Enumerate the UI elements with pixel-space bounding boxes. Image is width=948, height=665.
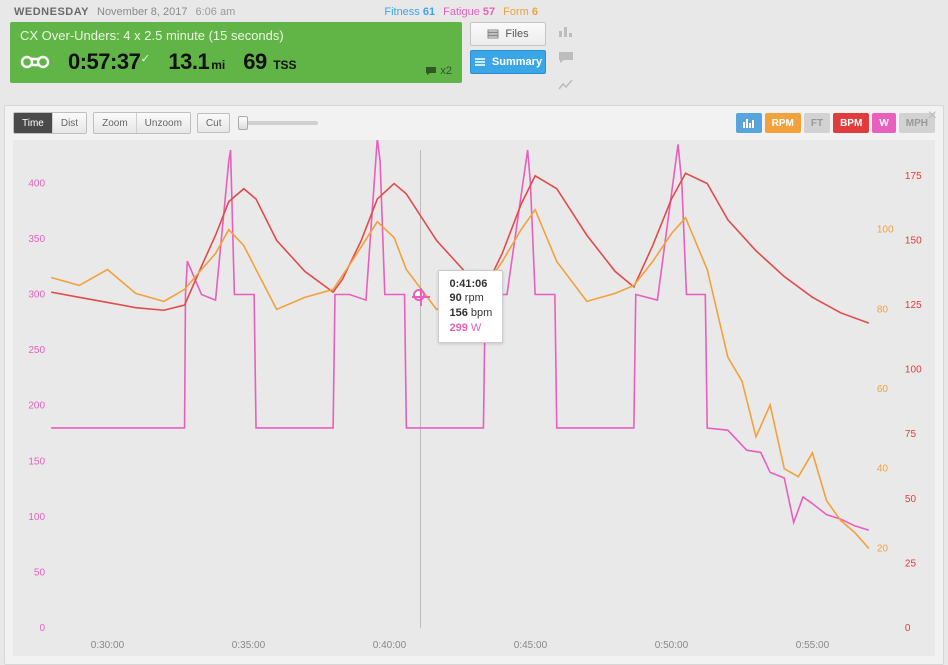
duration: 0:57:37✓ [68, 49, 150, 75]
tooltip-w: 299 W [449, 321, 492, 336]
check-icon: ✓ [140, 52, 150, 66]
svg-text:0:30:00: 0:30:00 [91, 640, 125, 651]
svg-text:0:50:00: 0:50:00 [655, 640, 689, 651]
cut-button[interactable]: Cut [197, 113, 231, 133]
fitness-label: Fitness 61 [384, 6, 435, 18]
comments-count[interactable]: x2 [425, 65, 452, 77]
bars-icon [743, 118, 755, 128]
time: 6:06 am [196, 6, 236, 18]
tooltip-rpm: 90 rpm [449, 291, 492, 306]
svg-text:200: 200 [28, 401, 45, 412]
xaxis-mode-segment: Time Dist [13, 112, 87, 134]
svg-text:40: 40 [877, 464, 889, 475]
files-icon [487, 28, 499, 40]
comment-icon [425, 66, 437, 76]
svg-text:100: 100 [905, 365, 922, 376]
svg-text:60: 60 [877, 384, 889, 395]
w-toggle[interactable]: W [872, 113, 895, 133]
svg-text:250: 250 [28, 345, 45, 356]
bike-chain-icon [20, 53, 50, 71]
svg-text:0:35:00: 0:35:00 [232, 640, 266, 651]
form-label: Form 6 [503, 6, 538, 18]
svg-text:125: 125 [905, 300, 922, 311]
date: November 8, 2017 [97, 6, 188, 18]
fatigue-label: Fatigue 57 [443, 6, 495, 18]
svg-text:100: 100 [877, 225, 894, 236]
svg-text:350: 350 [28, 234, 45, 245]
summary-icon [474, 56, 486, 68]
svg-text:100: 100 [28, 512, 45, 523]
svg-text:0:40:00: 0:40:00 [373, 640, 407, 651]
svg-text:75: 75 [905, 429, 917, 440]
svg-text:0: 0 [39, 623, 45, 634]
summary-button[interactable]: Summary [470, 50, 546, 74]
rpm-toggle[interactable]: RPM [765, 113, 801, 133]
tooltip-bpm: 156 bpm [449, 306, 492, 321]
tss: 69 TSS [243, 49, 296, 75]
weekday: WEDNESDAY [14, 6, 89, 18]
svg-text:175: 175 [905, 171, 922, 182]
bpm-toggle[interactable]: BPM [833, 113, 869, 133]
tooltip: 0:41:06 90 rpm 156 bpm 299 W [438, 270, 503, 343]
chat-icon[interactable] [558, 51, 574, 70]
plot-area[interactable]: 0 50 100 150 200 250 300 350 400 20 40 60 80 100 0 25 50… [13, 140, 935, 656]
xaxis-dist-button[interactable]: Dist [53, 113, 86, 133]
svg-text:400: 400 [28, 178, 45, 189]
svg-text:300: 300 [28, 290, 45, 301]
zoom-button[interactable]: Zoom [94, 113, 137, 133]
svg-text:0: 0 [905, 623, 911, 634]
svg-text:150: 150 [905, 235, 922, 246]
bars-toggle[interactable] [736, 113, 762, 133]
svg-text:0:45:00: 0:45:00 [514, 640, 548, 651]
svg-text:25: 25 [905, 559, 917, 570]
svg-text:50: 50 [34, 568, 46, 579]
svg-text:20: 20 [877, 543, 889, 554]
tooltip-time: 0:41:06 [449, 277, 492, 292]
svg-text:0:55:00: 0:55:00 [796, 640, 830, 651]
svg-text:150: 150 [28, 456, 45, 467]
analytics-icon[interactable] [558, 24, 574, 43]
svg-text:80: 80 [877, 304, 889, 315]
workout-title: CX Over-Unders: 4 x 2.5 minute (15 secon… [20, 28, 452, 43]
zoom-segment: Zoom Unzoom [93, 112, 191, 134]
trends-icon[interactable] [558, 78, 574, 97]
files-button[interactable]: Files [470, 22, 546, 46]
chart-panel: × Time Dist Zoom Unzoom Cut RPM FT BPM W… [4, 105, 944, 665]
close-icon[interactable]: × [928, 108, 937, 124]
workout-card[interactable]: CX Over-Unders: 4 x 2.5 minute (15 secon… [10, 22, 462, 83]
xaxis-time-button[interactable]: Time [14, 113, 53, 133]
svg-text:50: 50 [905, 494, 917, 505]
ft-toggle[interactable]: FT [804, 113, 830, 133]
distance: 13.1mi [168, 49, 225, 75]
smooth-slider[interactable] [238, 121, 318, 125]
unzoom-button[interactable]: Unzoom [137, 113, 190, 133]
